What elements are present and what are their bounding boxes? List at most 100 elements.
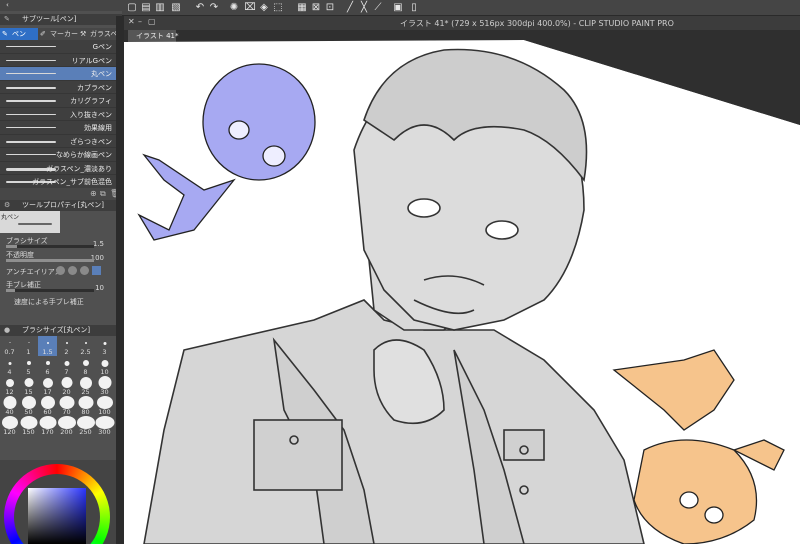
antialias-medium-icon[interactable] (80, 266, 89, 275)
minimize-icon[interactable]: – (138, 17, 142, 26)
subtool-panel-title: サブツール[ペン] (22, 15, 77, 23)
invert-selection-icon[interactable]: ⊡ (324, 2, 336, 14)
speed-stabilization-row[interactable]: 速度による手ブレ補正 (0, 297, 116, 311)
opacity-row[interactable]: 不透明度 100 (0, 250, 116, 264)
copy-subtool-icon[interactable]: ⧉ (100, 189, 106, 199)
clear-icon[interactable]: ⌧ (244, 2, 256, 14)
snap-special-icon[interactable]: ⟋ (372, 2, 384, 14)
size-dot (26, 361, 31, 365)
brush-size-cell[interactable]: 17 (38, 376, 57, 396)
brush-item[interactable]: なめらか線画ペン (0, 148, 116, 162)
brush-size-cell[interactable]: 50 (19, 396, 38, 416)
brush-size-cell[interactable]: 10 (95, 356, 114, 376)
brush-size-cell[interactable]: 80 (76, 396, 95, 416)
size-label: 4 (7, 368, 12, 376)
brush-size-cell[interactable]: 250 (76, 416, 95, 436)
brush-size-cell[interactable]: 20 (57, 376, 76, 396)
brush-size-cell[interactable]: 30 (95, 376, 114, 396)
brush-size-cell[interactable]: 4 (0, 356, 19, 376)
brush-item[interactable]: 入り抜きペン (0, 108, 116, 121)
panel-divider[interactable] (116, 16, 124, 544)
brush-size-cell[interactable]: 2.5 (76, 336, 95, 356)
brush-size-cell[interactable]: 0.7 (0, 336, 19, 356)
layer-icon[interactable]: ▣ (392, 2, 404, 14)
brush-stroke-preview (6, 59, 56, 61)
brush-size-cell[interactable]: 40 (0, 396, 19, 416)
brush-size-cell[interactable]: 6 (38, 356, 57, 376)
add-subtool-icon[interactable]: ⊕ (90, 189, 97, 198)
brush-size-row[interactable]: ブラシサイズ 1.5 (0, 236, 116, 250)
document-icon[interactable]: ▯ (408, 2, 420, 14)
brush-size-cell[interactable]: 3 (95, 336, 114, 356)
size-dot (65, 342, 68, 344)
size-label: 2 (64, 348, 69, 356)
brush-size-slider[interactable] (6, 245, 94, 248)
brush-size-cell[interactable]: 5 (19, 356, 38, 376)
fill-icon[interactable]: ◈ (258, 2, 270, 14)
brush-item[interactable]: Gペン (0, 40, 116, 54)
loading-icon[interactable]: ✺ (228, 2, 240, 14)
brush-item[interactable]: カリグラフィ (0, 94, 116, 108)
drawing-canvas[interactable] (124, 30, 800, 544)
stabilization-row[interactable]: 手ブレ補正 10 (0, 280, 116, 294)
glass-pen-tab-icon: ⚒ (80, 30, 87, 38)
redo-icon[interactable]: ↷ (208, 2, 220, 14)
brush-size-cell[interactable]: 100 (95, 396, 114, 416)
brush-size-cell[interactable]: 150 (19, 416, 38, 436)
brush-item[interactable]: カブラペン (0, 81, 116, 94)
brush-label: 丸ペン (91, 70, 112, 78)
brush-label: カブラペン (77, 83, 112, 92)
brush-size-value[interactable]: 1.5 (93, 240, 104, 248)
brush-item[interactable]: リアルGペン (0, 54, 116, 67)
size-dot (101, 360, 108, 367)
new-file-icon[interactable]: ▢ (126, 2, 138, 14)
antialias-label: アンチエイリアス (6, 268, 62, 276)
brush-size-cell[interactable]: 15 (19, 376, 38, 396)
brush-size-cell[interactable]: 2 (57, 336, 76, 356)
stabilization-value[interactable]: 10 (95, 284, 104, 292)
brush-size-cell[interactable]: 70 (57, 396, 76, 416)
brush-size-cell[interactable]: 170 (38, 416, 57, 436)
stabilization-slider[interactable] (6, 289, 94, 292)
collapse-icon[interactable]: ‹ (6, 0, 9, 11)
brush-size-cell[interactable]: 12 (0, 376, 19, 396)
antialias-strong-icon[interactable] (92, 266, 101, 275)
snap-ruler-icon[interactable]: ╱ (344, 2, 356, 14)
marker-tab-icon: ✐ (40, 30, 46, 38)
pen-tool-icon: ✎ (4, 15, 10, 23)
tab-pen[interactable]: ✎ ペン (0, 28, 38, 40)
brush-size-cell[interactable]: 200 (57, 416, 76, 436)
size-label: 0.7 (4, 348, 15, 356)
brush-size-cell[interactable]: 25 (76, 376, 95, 396)
open-file-icon[interactable]: ▤ (140, 2, 152, 14)
tab-marker[interactable]: ✐ マーカー (38, 28, 78, 40)
brush-size-cell[interactable]: 7 (57, 356, 76, 376)
antialias-none-icon[interactable] (56, 266, 65, 275)
undo-icon[interactable]: ↶ (194, 2, 206, 14)
maximize-icon[interactable]: ▢ (148, 17, 156, 26)
brush-item[interactable]: ざらつきペン (0, 135, 116, 148)
transform-icon[interactable]: ⬚ (272, 2, 284, 14)
close-icon[interactable]: ✕ (128, 17, 135, 26)
saturation-value-square[interactable] (28, 488, 86, 544)
deselect-icon[interactable]: ⊠ (310, 2, 322, 14)
brush-size-cell[interactable]: 8 (76, 356, 95, 376)
save-icon[interactable]: ▥ (154, 2, 166, 14)
brush-item[interactable]: ガラスペン_サブ前色混色 (0, 175, 116, 188)
brush-item-selected[interactable]: 丸ペン (0, 67, 116, 81)
brush-size-cell[interactable]: 300 (95, 416, 114, 436)
brush-size-cell[interactable]: 1 (19, 336, 38, 356)
brush-item[interactable]: ガラスペン_濃淡あり (0, 162, 116, 175)
opacity-slider[interactable] (6, 259, 94, 262)
antialias-weak-icon[interactable] (68, 266, 77, 275)
snap-grid-icon[interactable]: ╳ (358, 2, 370, 14)
brush-size-cell[interactable]: 120 (0, 416, 19, 436)
export-icon[interactable]: ▧ (170, 2, 182, 14)
stabilization-slider-fill (6, 289, 15, 292)
brush-size-cell[interactable]: 60 (38, 396, 57, 416)
selection-icon[interactable]: ▦ (296, 2, 308, 14)
brush-stroke-preview (6, 113, 56, 115)
brush-size-cell-selected[interactable]: 1.5 (38, 336, 57, 356)
size-dot (42, 378, 53, 388)
brush-item[interactable]: 効果線用 (0, 121, 116, 135)
